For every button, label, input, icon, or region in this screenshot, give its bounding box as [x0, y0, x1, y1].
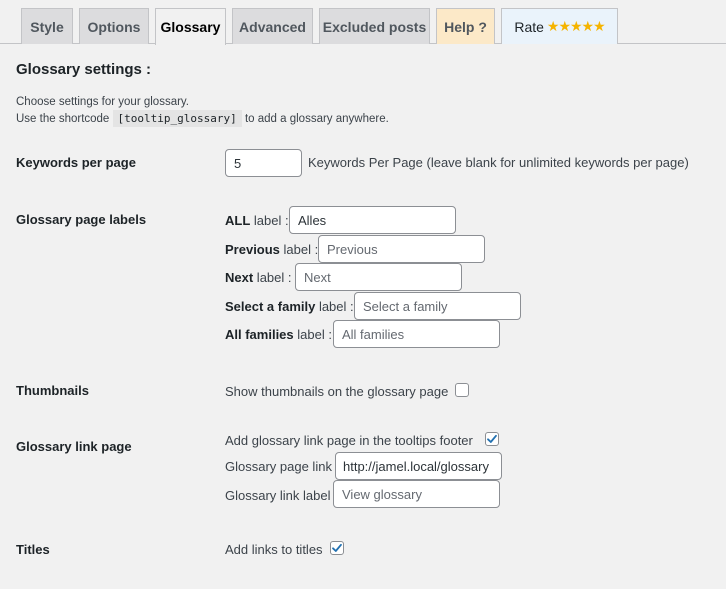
glossary-page-labels-label: Glossary page labels: [16, 212, 147, 227]
next-label-caption: Next label :: [225, 270, 292, 285]
titles-label: Titles: [16, 542, 50, 557]
tab-help[interactable]: Help ?: [436, 8, 495, 44]
checkmark-icon: [487, 434, 497, 443]
intro-text: Choose settings for your glossary.: [16, 96, 190, 108]
shortcode: [tooltip_glossary]: [112, 110, 242, 127]
glossary-link-label-caption: Glossary link label: [225, 488, 331, 503]
tab-excluded-posts[interactable]: Excluded posts: [319, 8, 430, 44]
previous-label-input[interactable]: [318, 235, 485, 263]
thumbnails-checkbox[interactable]: [455, 383, 469, 397]
footer-link-checkbox[interactable]: [485, 432, 499, 446]
titles-checkbox[interactable]: [330, 541, 344, 555]
all-label-input[interactable]: [289, 206, 456, 234]
all-families-label-input[interactable]: [333, 320, 500, 348]
glossary-page-link-input[interactable]: [335, 452, 502, 480]
glossary-page-link-caption: Glossary page link: [225, 459, 332, 474]
keywords-per-page-input[interactable]: [225, 149, 302, 177]
keywords-per-page-label: Keywords per page: [16, 155, 136, 170]
shortcode-hint: Use the shortcode [tooltip_glossary] to …: [16, 110, 389, 127]
settings-tabs: Style Options Glossary Advanced Excluded…: [0, 0, 726, 45]
tab-rate[interactable]: Rate ★★★★★: [501, 8, 618, 44]
rating-stars-icon: ★★★★★: [546, 18, 606, 34]
checkmark-icon: [332, 543, 342, 552]
tab-glossary[interactable]: Glossary: [155, 8, 226, 45]
next-label-input[interactable]: [295, 263, 462, 291]
select-family-label-input[interactable]: [354, 292, 521, 320]
select-family-label-caption: Select a family label :: [225, 299, 354, 314]
glossary-link-page-label: Glossary link page: [16, 439, 132, 454]
tab-style[interactable]: Style: [21, 8, 73, 44]
tab-options[interactable]: Options: [79, 8, 149, 44]
titles-text: Add links to titles: [225, 542, 323, 557]
previous-label-caption: Previous label :: [225, 242, 319, 257]
all-label-caption: ALL label :: [225, 213, 289, 228]
footer-link-text: Add glossary link page in the tooltips f…: [225, 433, 473, 448]
tab-advanced[interactable]: Advanced: [232, 8, 313, 44]
thumbnails-label: Thumbnails: [16, 383, 89, 398]
thumbnails-text: Show thumbnails on the glossary page: [225, 384, 449, 399]
keywords-per-page-hint: Keywords Per Page (leave blank for unlim…: [308, 155, 689, 170]
glossary-link-label-input[interactable]: [333, 480, 500, 508]
page-title: Glossary settings :: [16, 61, 152, 78]
all-families-label-caption: All families label :: [225, 327, 332, 342]
